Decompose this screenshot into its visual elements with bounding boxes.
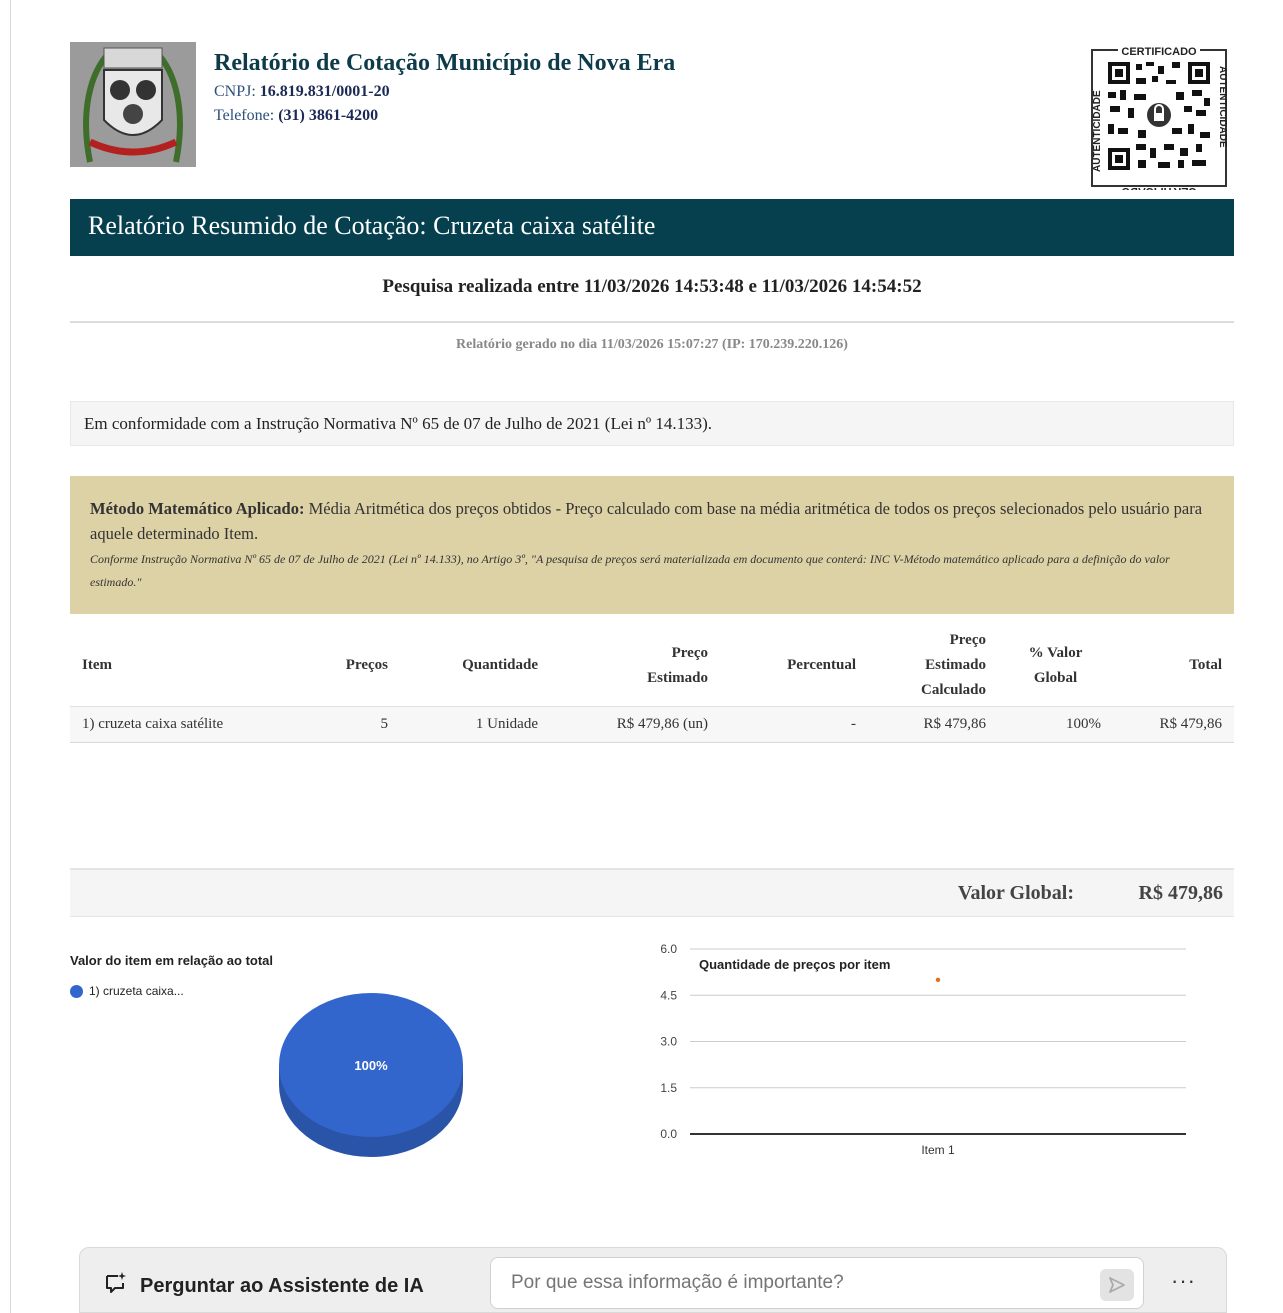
search-period: Pesquisa realizada entre 11/03/2026 14:5… — [382, 276, 922, 297]
col-valor-global-l1: % Valor — [1028, 644, 1083, 661]
cnpj-line: CNPJ: 16.819.831/0001-20 — [214, 83, 675, 101]
y-tick-label: 1.5 — [660, 1081, 677, 1095]
conformity-notice: Em conformidade com a Instrução Normativ… — [70, 401, 1234, 446]
table-header-row: Item Preços Quantidade Preço Estimado Pe… — [70, 626, 1234, 707]
y-tick-label: 6.0 — [660, 942, 677, 956]
divider — [70, 321, 1234, 323]
global-value-bar: Valor Global: R$ 479,86 — [70, 868, 1234, 917]
org-title: Relatório de Cotação Município de Nova E… — [214, 50, 676, 76]
cell-calculado: R$ 479,86 — [868, 706, 998, 743]
table-row: 1) cruzeta caixa satélite 5 1 Unidade R$… — [70, 706, 1234, 743]
prices-per-item-chart: 0.0 1.5 3.0 4.5 6.0 Quantidade de preços por … — [660, 942, 1186, 1157]
method-box: Método Matemático Aplicado: Média Aritmé… — [70, 476, 1234, 614]
generated-info: Relatório gerado no dia 11/03/2026 15:07… — [456, 337, 848, 352]
pie-legend-label: 1) cruzeta caixa... — [89, 984, 184, 998]
more-options-button[interactable]: ··· — [1171, 1268, 1196, 1294]
seal-certificado-bottom: CERTIFICADO — [1121, 185, 1197, 190]
col-preco-estimado-l2: Estimado — [647, 669, 708, 686]
col-calc-l1: Preço — [949, 632, 986, 649]
ai-assistant-label: Perguntar ao Assistente de IA — [140, 1274, 424, 1297]
col-calc-l3: Calculado — [920, 682, 986, 699]
phone-label: Telefone: — [214, 107, 275, 124]
cnpj-label: CNPJ: — [214, 83, 256, 100]
chart-title: Quantidade de preços por item — [699, 957, 890, 972]
report-banner: Relatório Resumido de Cotação: Cruzeta c… — [70, 199, 1234, 256]
cell-valor-global: 100% — [998, 706, 1113, 743]
seal-certificado-text: CERTIFICADO — [1121, 46, 1197, 58]
col-percentual: Percentual — [720, 626, 868, 707]
items-table: Item Preços Quantidade Preço Estimado Pe… — [70, 626, 1234, 743]
ai-assistant-label-group: Perguntar ao Assistente de IA — [104, 1271, 424, 1301]
ai-question-input[interactable] — [490, 1257, 1144, 1309]
col-quantidade: Quantidade — [400, 626, 550, 707]
pie-legend-item: 1) cruzeta caixa... — [70, 984, 184, 998]
cell-precos: 5 — [320, 706, 400, 743]
ai-assistant-bar: Perguntar ao Assistente de IA ··· — [79, 1247, 1227, 1313]
col-total: Total — [1113, 626, 1234, 707]
col-precos: Preços — [320, 626, 400, 707]
col-preco-estimado-l1: Preço — [671, 644, 708, 661]
col-preco-estimado: Preço Estimado — [550, 626, 720, 707]
method-legal-note: Conforme Instrução Normativa Nº 65 de 07… — [90, 552, 1170, 589]
pie-slice-label: 100% — [354, 1058, 388, 1073]
pie-chart-title: Valor do item em relação ao total — [70, 953, 274, 968]
seal-autenticidade-left: AUTENTICIDADE — [1092, 90, 1103, 172]
send-icon — [1109, 1277, 1125, 1293]
global-value-amount: R$ 479,86 — [1138, 882, 1223, 904]
method-description: Método Matemático Aplicado: Média Aritmé… — [90, 496, 1214, 546]
seal-autenticidade-right: AUTENTICIDADE — [1217, 66, 1228, 148]
phone-value: (31) 3861-4200 — [278, 107, 379, 124]
col-valor-global: % Valor Global — [998, 626, 1113, 707]
col-preco-calculado: Preço Estimado Calculado — [868, 626, 998, 707]
cell-quantidade: 1 Unidade — [400, 706, 550, 743]
cell-preco-estimado: R$ 479,86 (un) — [550, 706, 720, 743]
x-tick-label: Item 1 — [921, 1143, 955, 1157]
y-tick-label: 4.5 — [660, 988, 677, 1002]
col-item: Item — [70, 626, 320, 707]
pie-chart: 100% — [279, 993, 463, 1157]
send-button[interactable] — [1100, 1269, 1134, 1301]
cnpj-value: 16.819.831/0001-20 — [259, 83, 390, 100]
cell-percentual: - — [720, 706, 868, 743]
y-tick-label: 3.0 — [660, 1035, 677, 1049]
method-label: Método Matemático Aplicado: — [90, 499, 305, 518]
chat-sparkle-icon — [104, 1271, 128, 1301]
municipal-coat-of-arms — [70, 42, 196, 167]
left-divider — [10, 0, 11, 1313]
col-valor-global-l2: Global — [1033, 669, 1078, 686]
report-header: Relatório de Cotação Município de Nova E… — [70, 42, 1234, 197]
phone-line: Telefone: (31) 3861-4200 — [214, 107, 675, 125]
global-value-label: Valor Global: — [957, 882, 1074, 904]
cell-total: R$ 479,86 — [1113, 706, 1234, 743]
y-tick-label: 0.0 — [660, 1127, 677, 1141]
data-point — [935, 977, 941, 983]
authenticity-qr-seal: CERTIFICADO AUTENTICIDADE AUTENTICIDADE … — [1088, 44, 1230, 197]
cell-item: 1) cruzeta caixa satélite — [70, 706, 320, 743]
pie-legend-swatch — [70, 984, 83, 998]
col-calc-l2: Estimado — [925, 657, 986, 674]
